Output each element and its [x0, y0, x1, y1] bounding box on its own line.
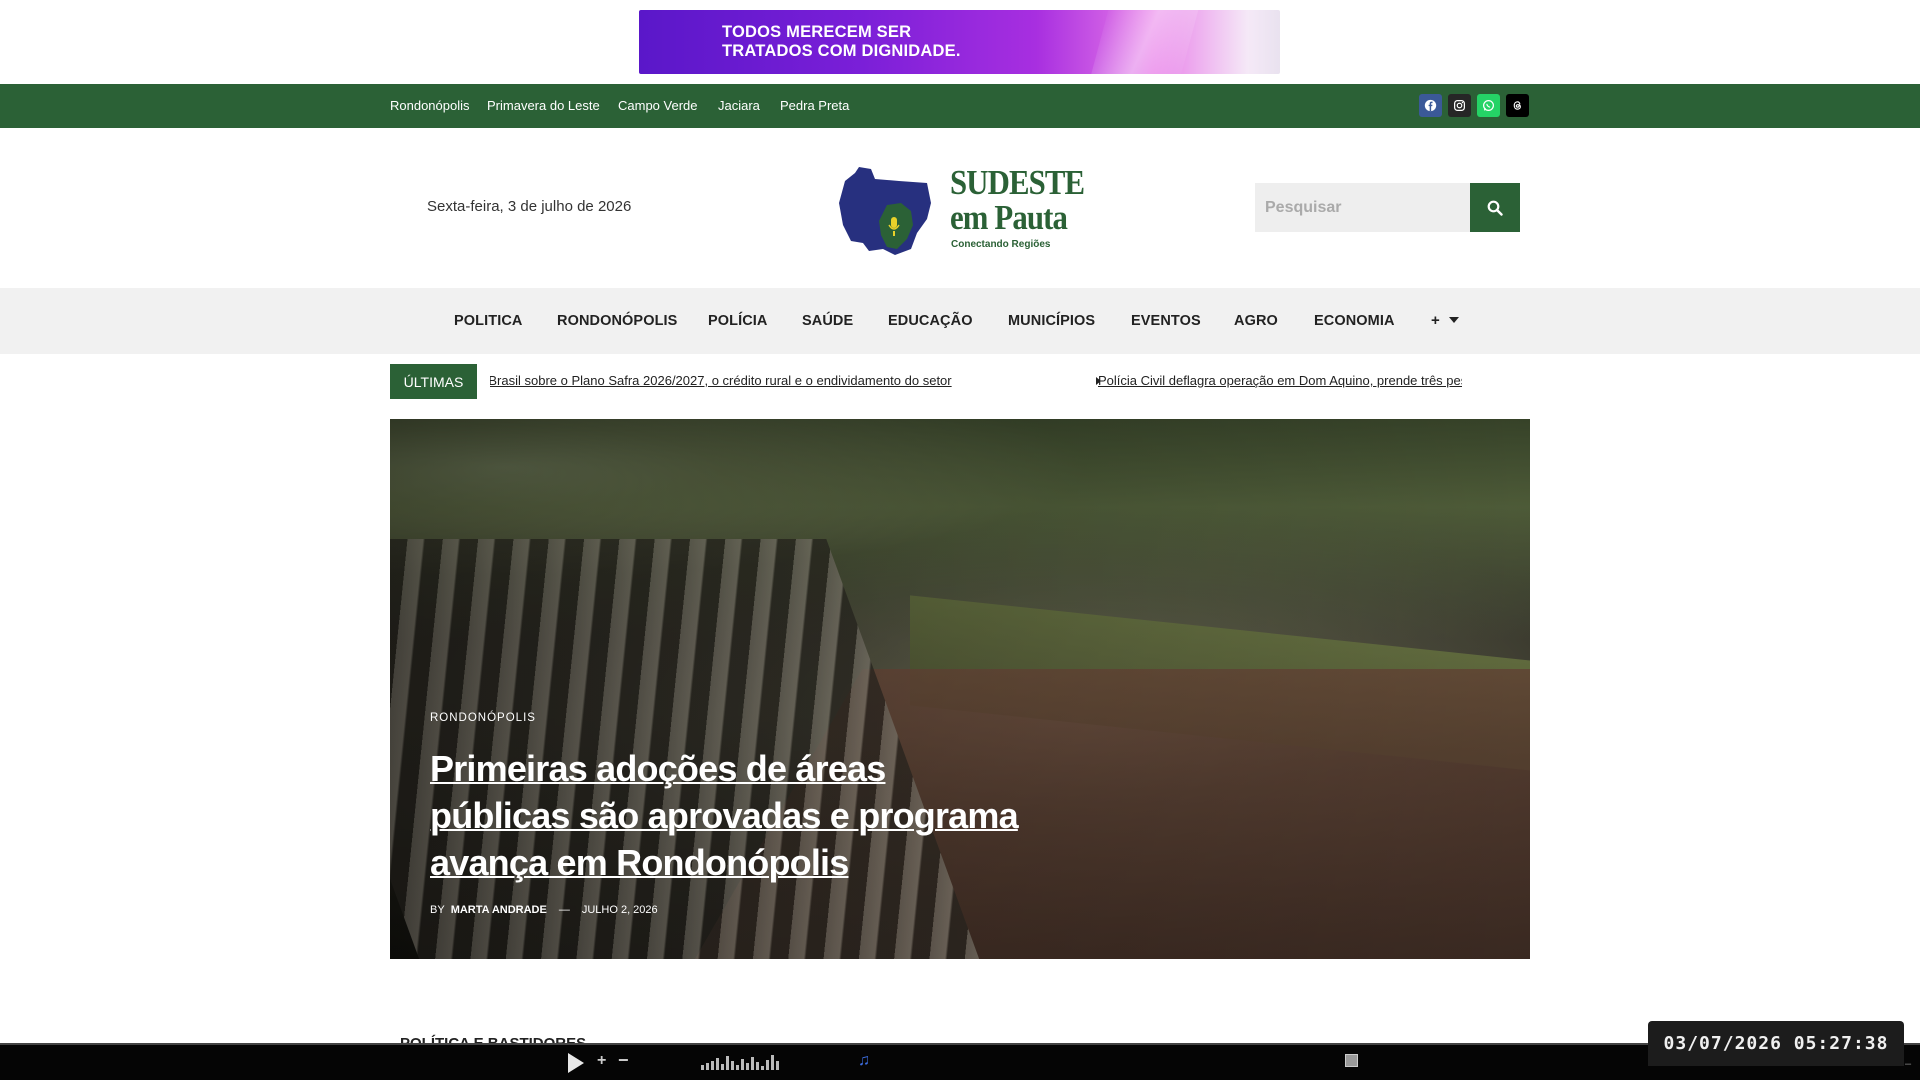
search-input[interactable]	[1255, 183, 1470, 232]
nav-item-rondonopolis[interactable]: RONDONÓPOLIS	[557, 313, 677, 329]
top-city-bar: Rondonópolis Primavera do Leste Campo Ve…	[0, 84, 1920, 128]
whatsapp-icon	[1483, 100, 1494, 111]
logo-word-sudeste: SUDESTE	[950, 163, 1085, 202]
instagram-icon	[1454, 100, 1465, 111]
hero-category[interactable]: RONDONÓPOLIS	[430, 712, 536, 724]
ticker-label: ÚLTIMAS	[390, 364, 477, 399]
nav-item-agro[interactable]: AGRO	[1234, 313, 1278, 329]
nav-more-menu[interactable]: +	[1431, 310, 1467, 330]
nav-item-policia[interactable]: POLÍCIA	[708, 313, 768, 329]
ad-text: TODOS MERECEM SER TRATADOS COM DIGNIDADE…	[722, 23, 961, 61]
volume-up-button[interactable]: +	[597, 1052, 606, 1070]
facebook-button[interactable]	[1419, 94, 1442, 117]
equalizer-icon	[701, 1054, 779, 1070]
chevron-down-icon	[1448, 317, 1459, 323]
ad-line-1: TODOS MERECEM SER	[722, 23, 912, 41]
ad-banner[interactable]: TODOS MERECEM SER TRATADOS COM DIGNIDADE…	[639, 10, 1280, 74]
nav-item-eventos[interactable]: EVENTOS	[1131, 313, 1201, 329]
hero-title[interactable]: Primeiras adoções de áreas públicas são …	[430, 745, 1030, 886]
clock-minimize-button[interactable]: –	[1905, 1058, 1911, 1070]
nav-item-saude[interactable]: SAÚDE	[802, 313, 853, 329]
logo-tagline: Conectando Regiões	[951, 239, 1051, 250]
hero-meta-dash: —	[558, 904, 570, 916]
nav-item-educacao[interactable]: EDUCAÇÃO	[888, 313, 973, 329]
nav-item-economia[interactable]: ECONOMIA	[1314, 313, 1395, 329]
whatsapp-button[interactable]	[1477, 94, 1500, 117]
hero-featured-article[interactable]: RONDONÓPOLIS Primeiras adoções de áreas …	[390, 419, 1530, 959]
clock-display: 03/07/2026 05:27:38	[1648, 1021, 1904, 1066]
audio-player-bar: + − ♫	[0, 1043, 1920, 1080]
map-state-logo-icon	[839, 167, 931, 255]
ad-light-streak	[1084, 10, 1204, 74]
hero-date: JULHO 2, 2026	[581, 904, 658, 916]
current-date: Sexta-feira, 3 de julho de 2026	[427, 198, 632, 215]
player-thumbnail-icon[interactable]	[1345, 1054, 1358, 1067]
ticker-item[interactable]: Posicionamento da Aprosoja Brasil sobre …	[490, 373, 952, 388]
nav-more-label: +	[1431, 311, 1440, 329]
city-link-campo-verde[interactable]: Campo Verde	[618, 98, 698, 113]
city-link-primavera-do-leste[interactable]: Primavera do Leste	[487, 98, 600, 113]
search-button[interactable]	[1470, 183, 1520, 232]
threads-button[interactable]	[1506, 94, 1529, 117]
volume-down-button[interactable]: −	[618, 1050, 629, 1071]
hero-by: BY	[430, 904, 445, 916]
nav-item-municipios[interactable]: MUNICÍPIOS	[1008, 313, 1095, 329]
search-icon	[1487, 200, 1503, 216]
threads-icon	[1513, 101, 1521, 110]
news-ticker: Posicionamento da Aprosoja Brasil sobre …	[490, 364, 1462, 399]
hero-author[interactable]: MARTA ANDRADE	[451, 904, 547, 916]
facebook-icon	[1424, 99, 1437, 112]
hero-meta: BY MARTA ANDRADE — JULHO 2, 2026	[430, 904, 658, 916]
play-icon[interactable]	[568, 1053, 584, 1073]
instagram-button[interactable]	[1448, 94, 1471, 117]
city-link-pedra-preta[interactable]: Pedra Preta	[780, 98, 849, 113]
city-link-rondonopolis[interactable]: Rondonópolis	[390, 98, 470, 113]
music-note-icon: ♫	[858, 1052, 870, 1069]
nav-item-politica[interactable]: POLITICA	[454, 313, 522, 329]
site-logo[interactable]: SUDESTE em Pauta Conectando Regiões	[837, 163, 1087, 255]
logo-word-em-pauta: em Pauta	[950, 198, 1068, 237]
ad-line-2: TRATADOS COM DIGNIDADE.	[722, 42, 961, 60]
city-link-jaciara[interactable]: Jaciara	[718, 98, 760, 113]
ticker-item[interactable]: Polícia Civil deflagra operação em Dom A…	[1098, 373, 1462, 388]
main-nav: POLITICA RONDONÓPOLIS POLÍCIA SAÚDE EDUC…	[0, 288, 1920, 354]
